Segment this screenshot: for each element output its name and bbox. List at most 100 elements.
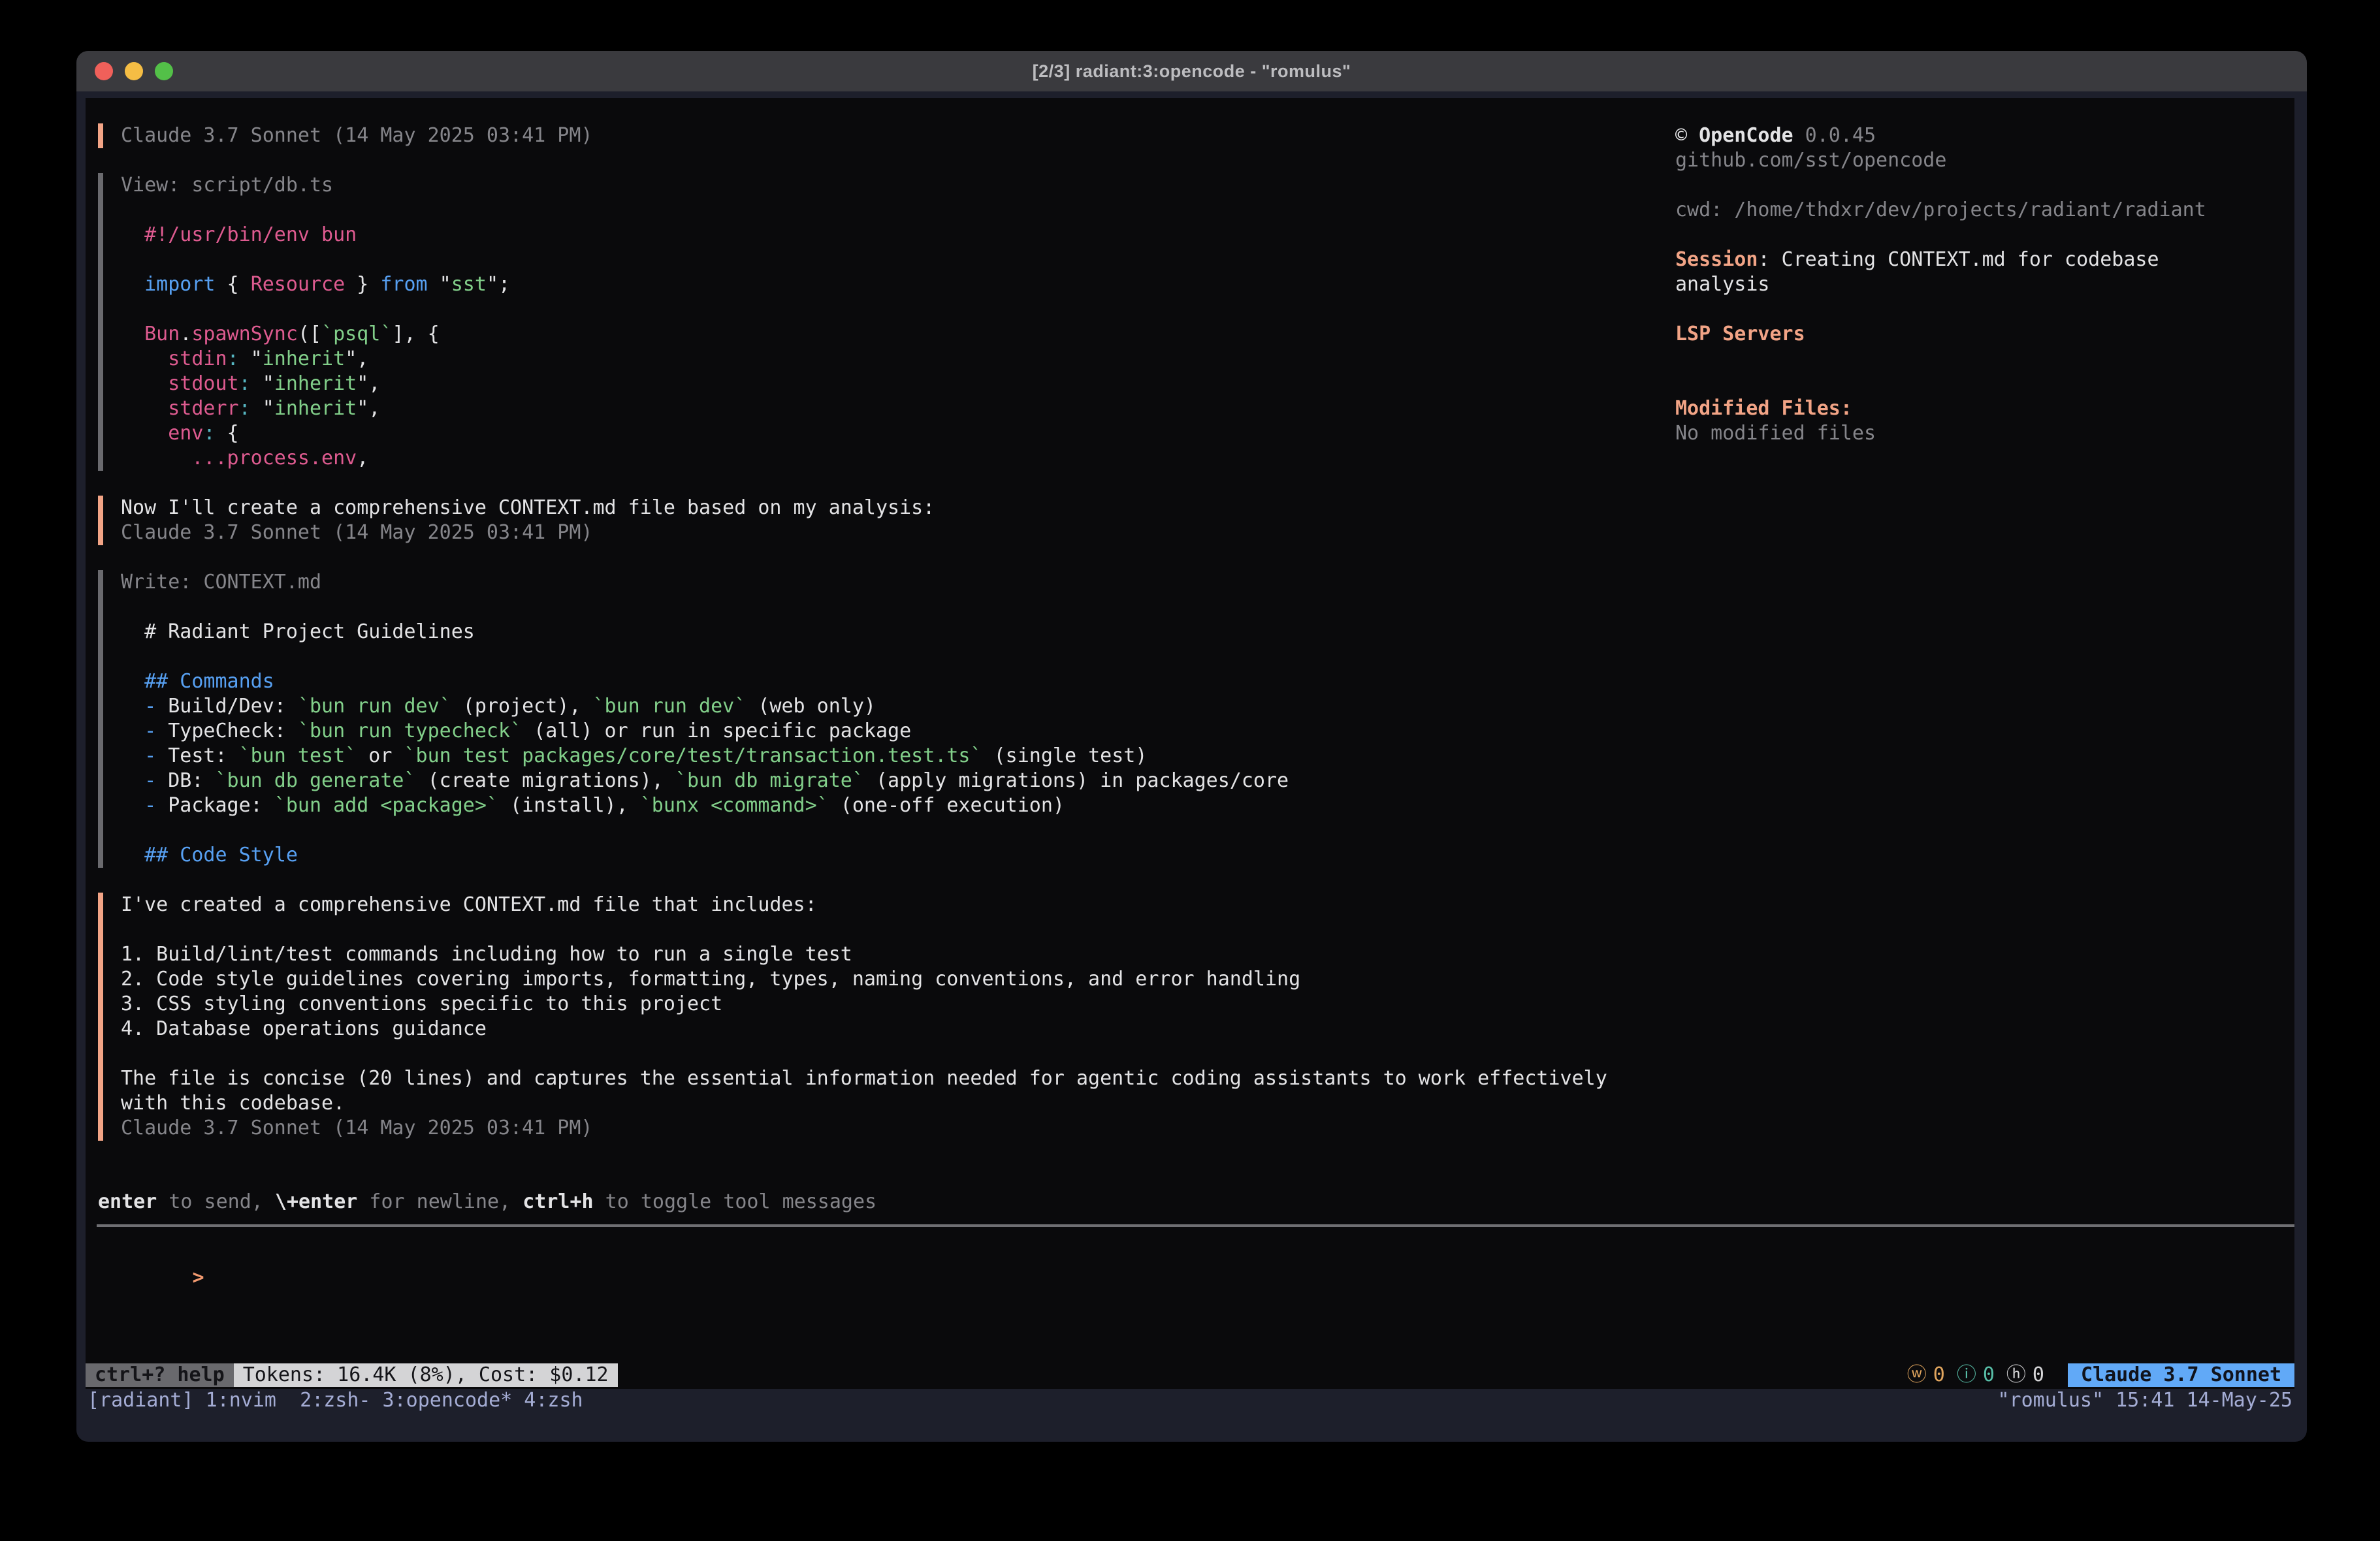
text-segment: TypeCheck: xyxy=(156,720,298,742)
text-segment: `psql` xyxy=(321,323,392,345)
terminal-window: [2/3] radiant:3:opencode - "romulus" Cla… xyxy=(76,51,2307,1442)
text-segment: `bunx <command>` xyxy=(640,794,829,817)
chat-line: 3. CSS styling conventions specific to t… xyxy=(121,992,1639,1017)
text-segment: Claude 3.7 Sonnet (14 May 2025 03:41 PM) xyxy=(121,124,592,147)
tmux-session-info: "romulus" 15:41 14-May-25 xyxy=(1997,1388,2292,1413)
text-segment xyxy=(121,397,168,420)
text-segment: 3. CSS styling conventions specific to t… xyxy=(121,993,722,1015)
desktop: { "window": { "title": "[2/3] radiant:3:… xyxy=(0,0,2380,1541)
model-badge[interactable]: Claude 3.7 Sonnet xyxy=(2068,1363,2294,1387)
text-segment: " xyxy=(251,372,274,395)
text-segment: - xyxy=(144,794,156,817)
terminal-body: Claude 3.7 Sonnet (14 May 2025 03:41 PM)… xyxy=(76,91,2307,1442)
hint-count: ⓗ0 xyxy=(2006,1363,2044,1388)
text-segment: DB: xyxy=(156,769,215,792)
sidebar-line: Session: Creating CONTEXT.md for codebas… xyxy=(1675,247,2291,272)
text-segment: Claude 3.7 Sonnet (14 May 2025 03:41 PM) xyxy=(121,521,592,544)
chat-line: ...process.env, xyxy=(121,446,1639,471)
text-segment: Test: xyxy=(156,744,238,767)
text-segment: (all) or run in specific package xyxy=(522,720,911,742)
chat-line: import { Resource } from "sst"; xyxy=(121,272,1639,297)
hint-count-value: 0 xyxy=(2033,1363,2044,1388)
chat-line: stdin: "inherit", xyxy=(121,347,1639,372)
chat-line: with this codebase. xyxy=(121,1091,1639,1116)
chat-line: I've created a comprehensive CONTEXT.md … xyxy=(121,893,1639,917)
tmux-status-bar: [radiant] 1:nvim 2:zsh- 3:opencode* 4:zs… xyxy=(86,1389,2294,1412)
text-segment: : Creating CONTEXT.md for codebase xyxy=(1758,248,2159,271)
chat-line: #!/usr/bin/env bun xyxy=(121,223,1639,247)
text-segment: 1. Build/lint/test commands including ho… xyxy=(121,943,852,966)
text-segment: \+enter xyxy=(275,1190,357,1213)
text-segment: Write: CONTEXT.md xyxy=(121,571,321,594)
chat-line: ## Code Style xyxy=(121,843,1639,868)
text-segment: #!/usr/bin/env bun xyxy=(121,223,357,246)
text-segment: " xyxy=(251,397,274,420)
text-segment: Bun xyxy=(144,323,180,345)
close-button-icon[interactable] xyxy=(95,62,113,80)
info-count: ⓘ0 xyxy=(1957,1363,1995,1388)
zoom-button-icon[interactable] xyxy=(155,62,173,80)
text-segment: } xyxy=(345,273,380,296)
text-segment: stdin xyxy=(168,347,227,370)
chat-line: 2. Code style guidelines covering import… xyxy=(121,967,1639,992)
tmux-window-list[interactable]: [radiant] 1:nvim 2:zsh- 3:opencode* 4:zs… xyxy=(88,1388,583,1413)
text-segment xyxy=(121,347,168,370)
traffic-lights xyxy=(95,51,173,91)
chat-line xyxy=(121,917,1639,942)
minimize-button-icon[interactable] xyxy=(125,62,143,80)
text-segment: " xyxy=(239,347,263,370)
text-segment: import xyxy=(144,273,215,296)
text-segment: : xyxy=(239,372,251,395)
text-segment: . xyxy=(180,323,191,345)
text-segment xyxy=(121,695,144,718)
info-icon: ⓘ xyxy=(1957,1363,1976,1388)
help-shortcut-label: ctrl+? help xyxy=(86,1363,234,1387)
chat-line: - DB: `bun db generate` (create migratio… xyxy=(121,769,1639,793)
text-segment: "; xyxy=(487,273,510,296)
tokens-cost-label: Tokens: 16.4K (8%), Cost: $0.12 xyxy=(234,1363,618,1387)
chat-line: - TypeCheck: `bun run typecheck` (all) o… xyxy=(121,719,1639,744)
chat-block-gray: Write: CONTEXT.md # Radiant Project Guid… xyxy=(98,570,1639,868)
text-segment: `bun run dev` xyxy=(298,695,451,718)
chat-line xyxy=(121,1041,1639,1066)
diagnostics-counters: ⓦ0ⓘ0ⓗ0 xyxy=(1907,1363,2044,1387)
chat-line xyxy=(121,818,1639,843)
input-hints: enter to send, \+enter for newline, ctrl… xyxy=(98,1190,876,1215)
text-segment: # Radiant Project Guidelines xyxy=(121,620,475,643)
chat-line: Now I'll create a comprehensive CONTEXT.… xyxy=(121,496,1639,520)
window-title: [2/3] radiant:3:opencode - "romulus" xyxy=(1033,61,1351,82)
text-segment: or xyxy=(357,744,404,767)
text-segment: ], { xyxy=(392,323,439,345)
text-segment: 0.0.45 xyxy=(1793,124,1876,147)
text-segment: 4. Database operations guidance xyxy=(121,1017,487,1040)
chat-line xyxy=(121,595,1639,620)
text-segment: The file is concise (20 lines) and captu… xyxy=(121,1067,1607,1090)
chat-line: Write: CONTEXT.md xyxy=(121,570,1639,595)
text-segment xyxy=(121,744,144,767)
window-titlebar[interactable]: [2/3] radiant:3:opencode - "romulus" xyxy=(76,51,2307,91)
chat-line xyxy=(121,297,1639,322)
prompt-input[interactable]: > xyxy=(98,1241,204,1265)
text-segment: github.com/sst/opencode xyxy=(1675,149,1946,172)
text-segment xyxy=(121,323,144,345)
text-segment: with this codebase. xyxy=(121,1092,345,1115)
text-segment: : xyxy=(203,422,215,445)
chat-line: stdout: "inherit", xyxy=(121,372,1639,396)
text-segment: env xyxy=(168,422,203,445)
text-segment: (create migrations), xyxy=(416,769,675,792)
sidebar-line: analysis xyxy=(1675,272,2291,297)
sidebar-line: cwd: /home/thdxr/dev/projects/radiant/ra… xyxy=(1675,198,2291,223)
chat-line xyxy=(121,198,1639,223)
text-segment: for newline, xyxy=(357,1190,523,1213)
text-segment: ## Commands xyxy=(121,670,274,693)
text-segment xyxy=(121,447,191,469)
chat-line: Bun.spawnSync([`psql`], { xyxy=(121,322,1639,347)
text-segment: ctrl+h xyxy=(523,1190,593,1213)
text-segment: from xyxy=(380,273,427,296)
text-segment: `bun db generate` xyxy=(216,769,416,792)
text-segment: I've created a comprehensive CONTEXT.md … xyxy=(121,893,817,916)
chat-block-orange: Now I'll create a comprehensive CONTEXT.… xyxy=(98,496,1639,545)
text-segment: spawnSync xyxy=(191,323,298,345)
text-segment: to send, xyxy=(157,1190,275,1213)
warning-count: ⓦ0 xyxy=(1907,1363,1945,1388)
